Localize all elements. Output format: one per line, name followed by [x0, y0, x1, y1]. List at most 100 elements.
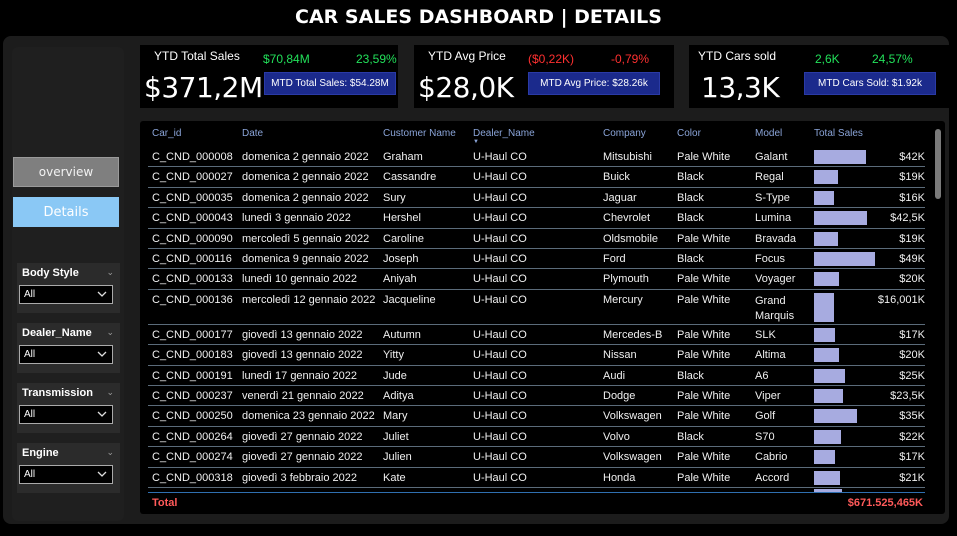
column-header-color[interactable]: Color — [677, 128, 701, 139]
dropdown-value: All — [24, 289, 36, 300]
column-header-customer-name[interactable]: Customer Name — [383, 128, 456, 139]
cell-dealer-name: U-Haul CO — [473, 451, 527, 464]
table-row[interactable]: C_CND_000090 mercoledì 5 gennaio 2022 Caro… — [148, 229, 925, 249]
table-row[interactable]: C_CND_000318 giovedì 3 febbraio 2022 Kate U… — [148, 468, 925, 488]
cell-color: Black — [677, 253, 704, 265]
cell-car-id: C_CND_000133 — [152, 273, 233, 286]
kpi-mtd-box: MTD Avg Price: $28.26k — [528, 72, 660, 95]
column-header-car-id[interactable]: Car_id — [152, 128, 181, 139]
table-row[interactable]: C_CND_000264 giovedì 27 gennaio 2022 Julie… — [148, 427, 925, 448]
table-row[interactable]: C_CND_000133 lunedì 10 gennaio 2022 Aniyah… — [148, 269, 925, 290]
cell-color: Pale White — [677, 410, 731, 423]
cell-total-sales: $49K — [899, 253, 925, 265]
cell-model: Lumina — [755, 212, 792, 225]
column-header-date[interactable]: Date — [242, 128, 263, 139]
cell-dealer-name: U-Haul CO — [473, 232, 527, 245]
cell-customer-name: Sury — [383, 191, 406, 204]
kpi-ytd-cars-sold: YTD Cars sold 13,3K 2,6K 24,57% MTD Cars… — [689, 45, 949, 108]
table-row[interactable]: C_CND_000237 venerdì 21 gennaio 2022 Adity… — [148, 386, 925, 407]
cell-total-sales: $22K — [899, 430, 925, 443]
table-scrollbar[interactable] — [935, 129, 941, 489]
cell-car-id: C_CND_000177 — [152, 328, 233, 341]
table-row[interactable]: C_CND_000116 domenica 9 gennaio 2022 Josep… — [148, 249, 925, 270]
cell-color: Pale White — [677, 273, 731, 286]
cell-color: Pale White — [677, 151, 731, 163]
slicer-dealer-name: Dealer_Name ⌄ All — [17, 323, 120, 373]
cell-total-sales: $19K — [899, 171, 925, 184]
cell-color: Black — [677, 171, 704, 184]
cell-model: Galant — [755, 151, 788, 163]
cell-model: Cabrio — [755, 451, 788, 464]
table-row[interactable]: C_CND_000250 domenica 23 gennaio 2022 Mary… — [148, 406, 925, 427]
table-row[interactable]: C_CND_000027 domenica 2 gennaio 2022 Cassa… — [148, 167, 925, 188]
cell-company: Ford — [603, 253, 626, 265]
cell-date: domenica 2 gennaio 2022 — [242, 171, 369, 184]
slicer-label: Dealer_Name — [22, 327, 92, 339]
cell-total-sales: $25K — [899, 369, 925, 382]
cell-color: Black — [677, 430, 704, 443]
engine-dropdown[interactable]: All — [19, 465, 113, 484]
slicer-chevron-icon[interactable]: ⌄ — [106, 327, 114, 338]
sales-bar — [814, 150, 866, 164]
cell-company: Honda — [603, 471, 636, 484]
table-row[interactable]: C_CND_000136 mercoledì 12 gennaio 2022 Jac… — [148, 290, 925, 325]
slicer-label: Body Style — [22, 267, 79, 279]
slicer-label: Transmission — [22, 387, 93, 399]
table-row[interactable]: C_CND_000035 domenica 2 gennaio 2022 Sury U… — [148, 188, 925, 209]
cell-date: giovedì 13 gennaio 2022 — [242, 328, 363, 341]
sales-details-table: Car_id Date Customer Name Dealer_Name ▼ … — [140, 121, 945, 514]
table-row[interactable]: C_CND_000177 giovedì 13 gennaio 2022 Autum… — [148, 325, 925, 346]
cell-dealer-name: U-Haul CO — [473, 369, 527, 382]
chevron-down-icon — [97, 291, 107, 297]
cell-car-id: C_CND_000318 — [152, 471, 233, 484]
cell-model: Grand Marquis — [755, 294, 795, 322]
cell-date: domenica 9 gennaio 2022 — [242, 253, 369, 265]
body-style-dropdown[interactable]: All — [19, 285, 113, 304]
slicer-chevron-icon[interactable]: ⌄ — [106, 447, 114, 458]
column-header-dealer-name[interactable]: Dealer_Name — [473, 128, 535, 139]
cell-customer-name: Autumn — [383, 328, 421, 341]
cell-total-sales: $23,5K — [890, 390, 925, 402]
cell-total-sales: $16,001K — [877, 293, 925, 306]
cell-customer-name: Caroline — [383, 232, 424, 245]
table-row[interactable]: C_CND_000274 giovedì 27 gennaio 2022 Julie… — [148, 447, 925, 468]
cell-car-id: C_CND_000035 — [152, 191, 233, 204]
column-header-company[interactable]: Company — [603, 128, 646, 139]
kpi-ytd-avg-price: YTD Avg Price $28,0K ($0,22K) -0,79% MTD… — [414, 45, 674, 108]
transmission-dropdown[interactable]: All — [19, 405, 113, 424]
cell-customer-name: Graham — [383, 151, 423, 163]
slicer-chevron-icon[interactable]: ⌄ — [106, 387, 114, 398]
slicer-engine: Engine ⌄ All — [17, 443, 120, 493]
slicer-chevron-icon[interactable]: ⌄ — [106, 267, 114, 278]
cell-customer-name: Hershel — [383, 212, 421, 225]
cell-model: Viper — [755, 390, 781, 402]
dealer-name-dropdown[interactable]: All — [19, 345, 113, 364]
cell-date: lunedì 3 gennaio 2022 — [242, 212, 351, 225]
cell-total-sales: $42,5K — [890, 212, 925, 225]
overview-nav-button[interactable]: overview — [13, 157, 119, 187]
cell-company: Dodge — [603, 390, 636, 402]
sales-bar — [814, 327, 835, 342]
cell-dealer-name: U-Haul CO — [473, 212, 527, 225]
table-row[interactable]: C_CND_000008 domenica 2 gennaio 2022 Graha… — [148, 147, 925, 168]
scrollbar-thumb[interactable] — [935, 129, 941, 199]
cell-model: Voyager — [755, 273, 796, 286]
column-header-total-sales[interactable]: Total Sales — [814, 128, 863, 139]
kpi-ytd-total-sales: YTD Total Sales $371,2M $70,84M 23,59% M… — [140, 45, 398, 108]
cell-dealer-name: U-Haul CO — [473, 191, 527, 204]
sales-bar — [814, 292, 834, 322]
table-row[interactable]: C_CND_000183 giovedì 13 gennaio 2022 Yitty… — [148, 345, 925, 366]
table-row[interactable]: C_CND_000191 lunedì 17 gennaio 2022 Jude U-… — [148, 366, 925, 386]
cell-date: mercoledì 5 gennaio 2022 — [242, 232, 370, 245]
cell-dealer-name: U-Haul CO — [473, 349, 527, 362]
cell-company: Volvo — [603, 430, 630, 443]
cell-model: Golf — [755, 410, 776, 423]
cell-date: mercoledì 12 gennaio 2022 — [242, 293, 376, 306]
cell-company: Chevrolet — [603, 212, 651, 225]
details-nav-button[interactable]: Details — [13, 197, 119, 227]
column-header-model[interactable]: Model — [755, 128, 782, 139]
table-row[interactable]: C_CND_000043 lunedì 3 gennaio 2022 Hershel… — [148, 208, 925, 229]
cell-color: Pale White — [677, 349, 731, 362]
cell-customer-name: Juliet — [383, 430, 409, 443]
cell-model: Focus — [755, 253, 785, 265]
